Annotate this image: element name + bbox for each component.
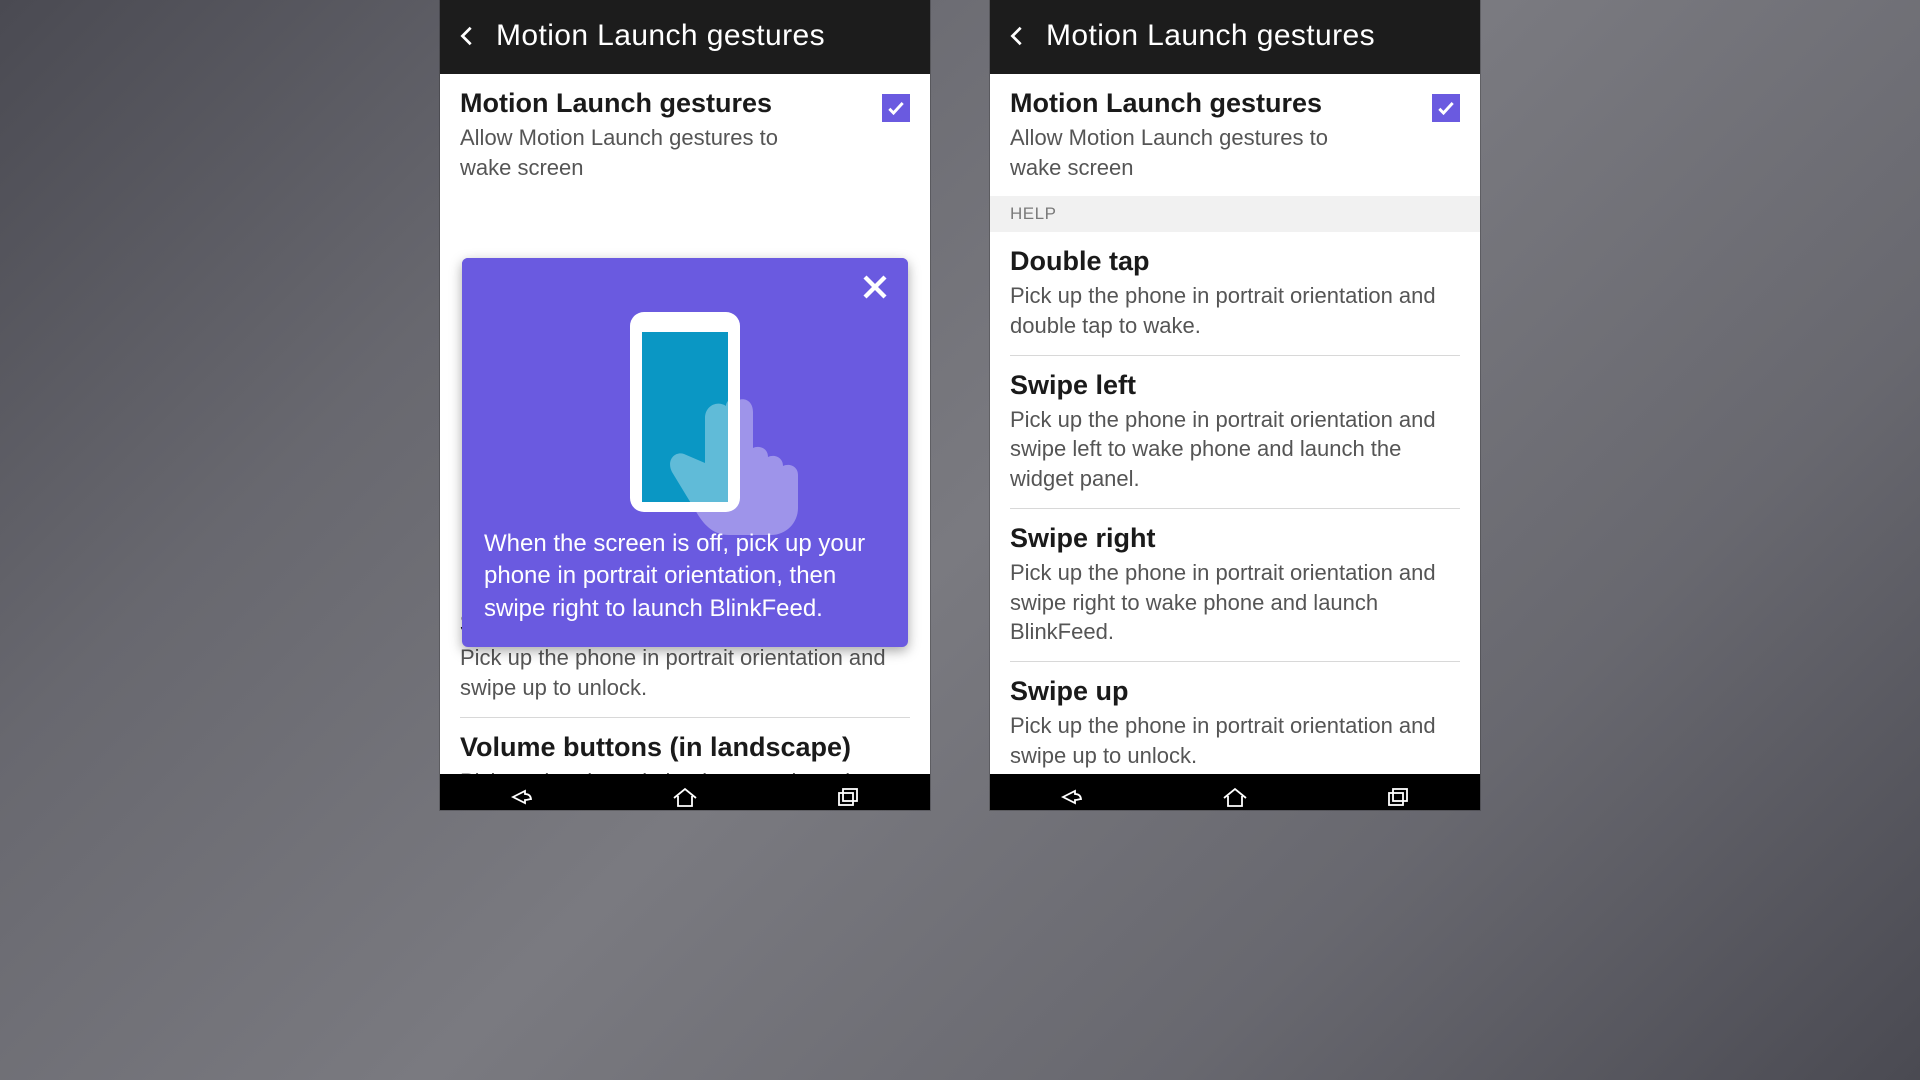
row-volume[interactable]: Volume buttons (in landscape) Pick up th… [440,718,930,774]
toggle-checkbox[interactable] [1432,94,1460,122]
back-icon[interactable] [456,25,478,47]
row-title: Swipe left [1010,370,1460,401]
page-title: Motion Launch gestures [496,19,825,53]
content-left: Motion Launch gestures Allow Motion Laun… [440,74,930,774]
illustration-hand-icon [660,380,810,540]
nav-recent-icon[interactable] [833,786,863,808]
toggle-title: Motion Launch gestures [1010,88,1382,119]
phone-right: Motion Launch gestures Motion Launch ges… [990,0,1480,810]
row-title: Swipe right [1010,523,1460,554]
navbar [440,774,930,810]
toggle-subtitle: Allow Motion Launch gestures to wake scr… [1010,123,1382,182]
toggle-subtitle: Allow Motion Launch gestures to wake scr… [460,123,832,182]
row-double-tap[interactable]: Double tap Pick up the phone in portrait… [990,232,1480,354]
titlebar: Motion Launch gestures [440,0,930,74]
row-title: Volume buttons (in landscape) [460,732,910,763]
nav-home-icon[interactable] [1220,786,1250,808]
titlebar: Motion Launch gestures [990,0,1480,74]
row-sub: Pick up the phone in portrait orientatio… [460,643,910,702]
row-sub: Pick up the phone in portrait orientatio… [1010,405,1460,494]
phone-left: Motion Launch gestures Motion Launch ges… [440,0,930,810]
row-sub: Pick up the phone in portrait orientatio… [1010,558,1460,647]
row-title: Double tap [1010,246,1460,277]
page-title: Motion Launch gestures [1046,19,1375,53]
row-swipe-left[interactable]: Swipe left Pick up the phone in portrait… [990,356,1480,508]
row-sub: Pick up the phone in portrait orientatio… [1010,711,1460,770]
motion-launch-toggle-row[interactable]: Motion Launch gestures Allow Motion Laun… [990,74,1480,196]
overlay-card: When the screen is off, pick up your pho… [462,258,908,647]
content-right: Motion Launch gestures Allow Motion Laun… [990,74,1480,774]
overlay-illustration [462,258,908,510]
row-sub: Pick up the phone in portrait orientatio… [1010,281,1460,340]
row-swipe-right[interactable]: Swipe right Pick up the phone in portrai… [990,509,1480,661]
toggle-title: Motion Launch gestures [460,88,832,119]
row-title: Swipe up [1010,676,1460,707]
row-swipe-up[interactable]: Swipe up Pick up the phone in portrait o… [990,662,1480,774]
toggle-checkbox[interactable] [882,94,910,122]
back-icon[interactable] [1006,25,1028,47]
nav-home-icon[interactable] [670,786,700,808]
nav-back-icon[interactable] [1057,786,1087,808]
row-sub: Pick up the phone in landscape orientati… [460,767,910,774]
navbar [990,774,1480,810]
nav-recent-icon[interactable] [1383,786,1413,808]
section-help-label: HELP [990,196,1480,232]
motion-launch-toggle-row[interactable]: Motion Launch gestures Allow Motion Laun… [440,74,930,196]
nav-back-icon[interactable] [507,786,537,808]
close-icon[interactable] [860,272,890,302]
